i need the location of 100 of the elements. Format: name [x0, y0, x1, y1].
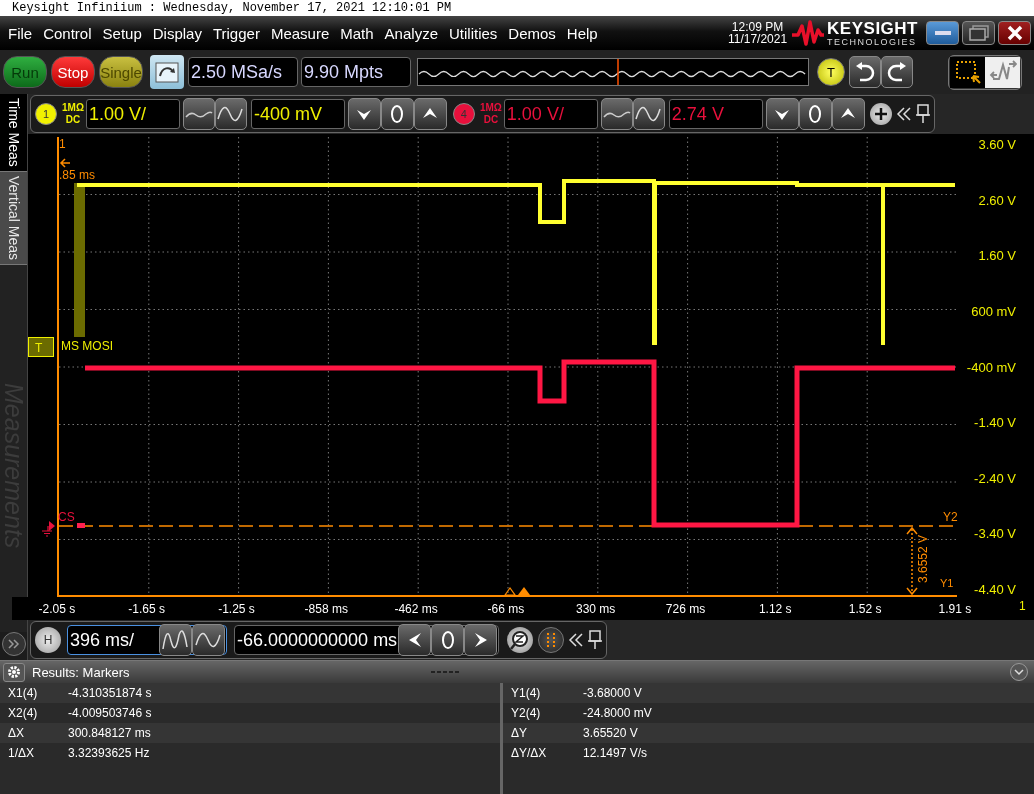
- timebase-value: 396 ms/: [70, 629, 135, 651]
- offset-field[interactable]: -400 mV: [250, 99, 345, 129]
- row-value: 3.65520 V: [583, 726, 638, 740]
- menu-item[interactable]: Measure: [268, 22, 332, 44]
- marker-label: 1: [59, 137, 66, 151]
- pin-icon[interactable]: [588, 630, 602, 650]
- menu-item[interactable]: Demos: [506, 22, 558, 44]
- wave-button[interactable]: [159, 624, 192, 656]
- trace-label: MS MOSI: [61, 339, 113, 353]
- menu-item[interactable]: Trigger: [210, 22, 262, 44]
- stop-button[interactable]: Stop: [51, 56, 95, 88]
- right-button[interactable]: [464, 624, 497, 656]
- row-label: ΔY/ΔX: [511, 746, 548, 760]
- down-button[interactable]: [765, 98, 799, 130]
- axis-label: 1.12 s: [757, 601, 793, 616]
- settings-icon: [7, 665, 21, 679]
- axis-label: -2.40 V: [974, 470, 1016, 486]
- ellipse-icon: [440, 630, 455, 650]
- restore-icon: [968, 25, 989, 41]
- results-title: Results: Markers: [32, 664, 130, 680]
- wave-logo-icon: [791, 20, 826, 46]
- row-value: -4.310351874 s: [68, 686, 152, 700]
- marker-time: .85 ms: [59, 168, 95, 182]
- plus-icon: [873, 107, 888, 121]
- menu-item[interactable]: Analyze: [382, 22, 440, 44]
- zero-button[interactable]: [431, 624, 464, 656]
- double-chevron-icon[interactable]: [568, 632, 584, 648]
- up-arrow-icon: [422, 107, 439, 121]
- trigger-marker[interactable]: T: [28, 337, 54, 357]
- zero-button[interactable]: [380, 98, 414, 130]
- left-button[interactable]: [398, 624, 431, 656]
- wave-button[interactable]: [182, 98, 215, 130]
- axis-label: -1.40 V: [974, 415, 1016, 431]
- marker-line[interactable]: [59, 595, 957, 597]
- dotted-lines-icon: [545, 632, 557, 648]
- marker-button[interactable]: [538, 627, 564, 653]
- trigger-point-icon: [503, 586, 517, 596]
- curved-arrow-button[interactable]: [150, 55, 184, 89]
- sample-rate-field[interactable]: 2.50 MSa/s: [188, 57, 298, 87]
- brand-name: KEYSIGHT: [827, 19, 918, 37]
- position-value: -66.0000000000 ms: [237, 629, 398, 651]
- chevron-down-icon: [1014, 668, 1024, 676]
- ellipse-icon: [808, 104, 823, 124]
- pin-icon[interactable]: [915, 104, 930, 124]
- side-tab[interactable]: Vertical Meas: [0, 171, 27, 265]
- axis-label: 330 ms: [575, 601, 617, 616]
- menu-item[interactable]: Control: [41, 22, 94, 44]
- axis-label: -2.05 s: [37, 601, 77, 616]
- memory-depth-field[interactable]: 9.90 Mpts: [301, 57, 411, 87]
- horizontal-button[interactable]: H: [35, 627, 61, 653]
- axis-label: 1: [1019, 599, 1026, 613]
- channel-button[interactable]: 1: [35, 103, 57, 125]
- menu-item[interactable]: Math: [338, 22, 376, 44]
- position-field[interactable]: -66.0000000000 ms: [234, 625, 499, 655]
- expand-button[interactable]: [2, 632, 26, 656]
- side-tab[interactable]: Time Meas: [0, 94, 27, 172]
- menu-item[interactable]: Help: [564, 22, 600, 44]
- close-button[interactable]: [998, 21, 1031, 45]
- window-title: Keysight Infiniium : Wednesday, November 17, 2021 12:10:01 PM: [0, 0, 1034, 16]
- trigger-button[interactable]: T: [817, 58, 845, 86]
- wave-arrows-button[interactable]: [985, 56, 1020, 88]
- maximize-button[interactable]: [962, 21, 995, 45]
- axis-label: -66 ms: [486, 601, 526, 616]
- up-button[interactable]: [413, 98, 447, 130]
- redo-button[interactable]: [881, 56, 913, 88]
- menu-item[interactable]: Utilities: [447, 22, 500, 44]
- offset-field[interactable]: 2.74 V: [668, 99, 763, 129]
- timebase-field[interactable]: 396 ms/: [67, 625, 227, 655]
- ground-marker-icon: [40, 519, 56, 537]
- axis-label: -400 mV: [966, 359, 1016, 375]
- up-button[interactable]: [831, 98, 865, 130]
- row-label: 1/ΔX: [8, 746, 36, 760]
- clock-date: 11/17/2021: [727, 33, 788, 45]
- brand-tagline: TECHNOLOGIES: [827, 36, 918, 47]
- minimize-button[interactable]: [926, 21, 959, 45]
- double-chevron-icon[interactable]: [895, 106, 912, 122]
- zoom-button[interactable]: [507, 627, 533, 653]
- menu-item[interactable]: File: [6, 22, 35, 44]
- axis-label: -4.40 V: [974, 582, 1016, 597]
- zero-button[interactable]: [798, 98, 832, 130]
- scale-field[interactable]: 1.00 V/: [503, 99, 598, 129]
- magnifier-icon: [510, 630, 530, 650]
- menu-item[interactable]: Setup: [100, 22, 144, 44]
- wave-button[interactable]: [600, 98, 633, 130]
- axis-label: 726 ms: [664, 601, 707, 616]
- axis-label: 1.91 s: [937, 601, 973, 616]
- undo-button[interactable]: [849, 56, 881, 88]
- marker-label: Y1: [940, 577, 954, 589]
- marker-box-button[interactable]: [950, 56, 985, 88]
- down-arrow-icon: [774, 107, 791, 121]
- settings-button[interactable]: [3, 662, 25, 682]
- down-button[interactable]: [347, 98, 381, 130]
- wave-button[interactable]: [192, 624, 225, 656]
- add-button[interactable]: [869, 103, 892, 125]
- wave-button[interactable]: [214, 98, 247, 130]
- scale-field[interactable]: 1.00 V/: [85, 99, 180, 129]
- axis-label: 3.60 V: [978, 137, 1016, 152]
- wave-button[interactable]: [632, 98, 665, 130]
- collapse-button[interactable]: [1010, 663, 1028, 681]
- menu-item[interactable]: Display: [150, 22, 204, 44]
